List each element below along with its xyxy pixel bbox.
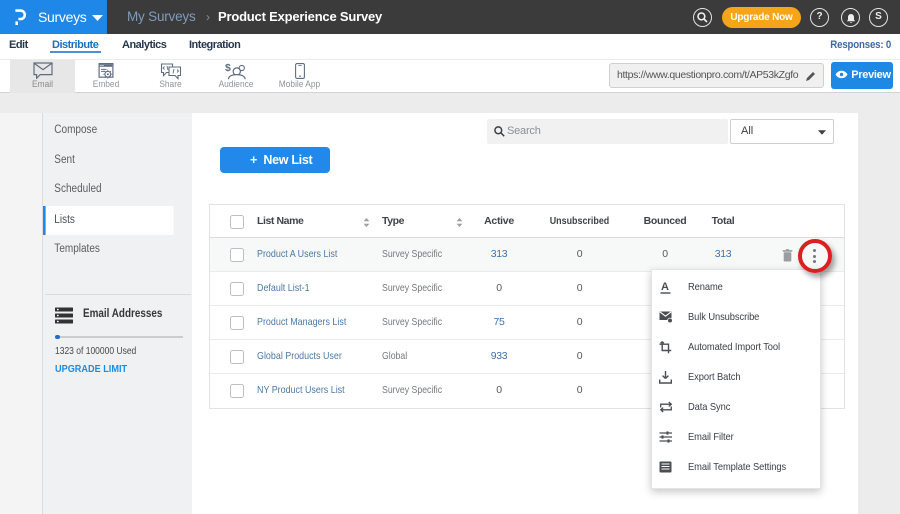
svg-text:$: $: [225, 62, 231, 74]
svg-text:A: A: [661, 281, 669, 293]
